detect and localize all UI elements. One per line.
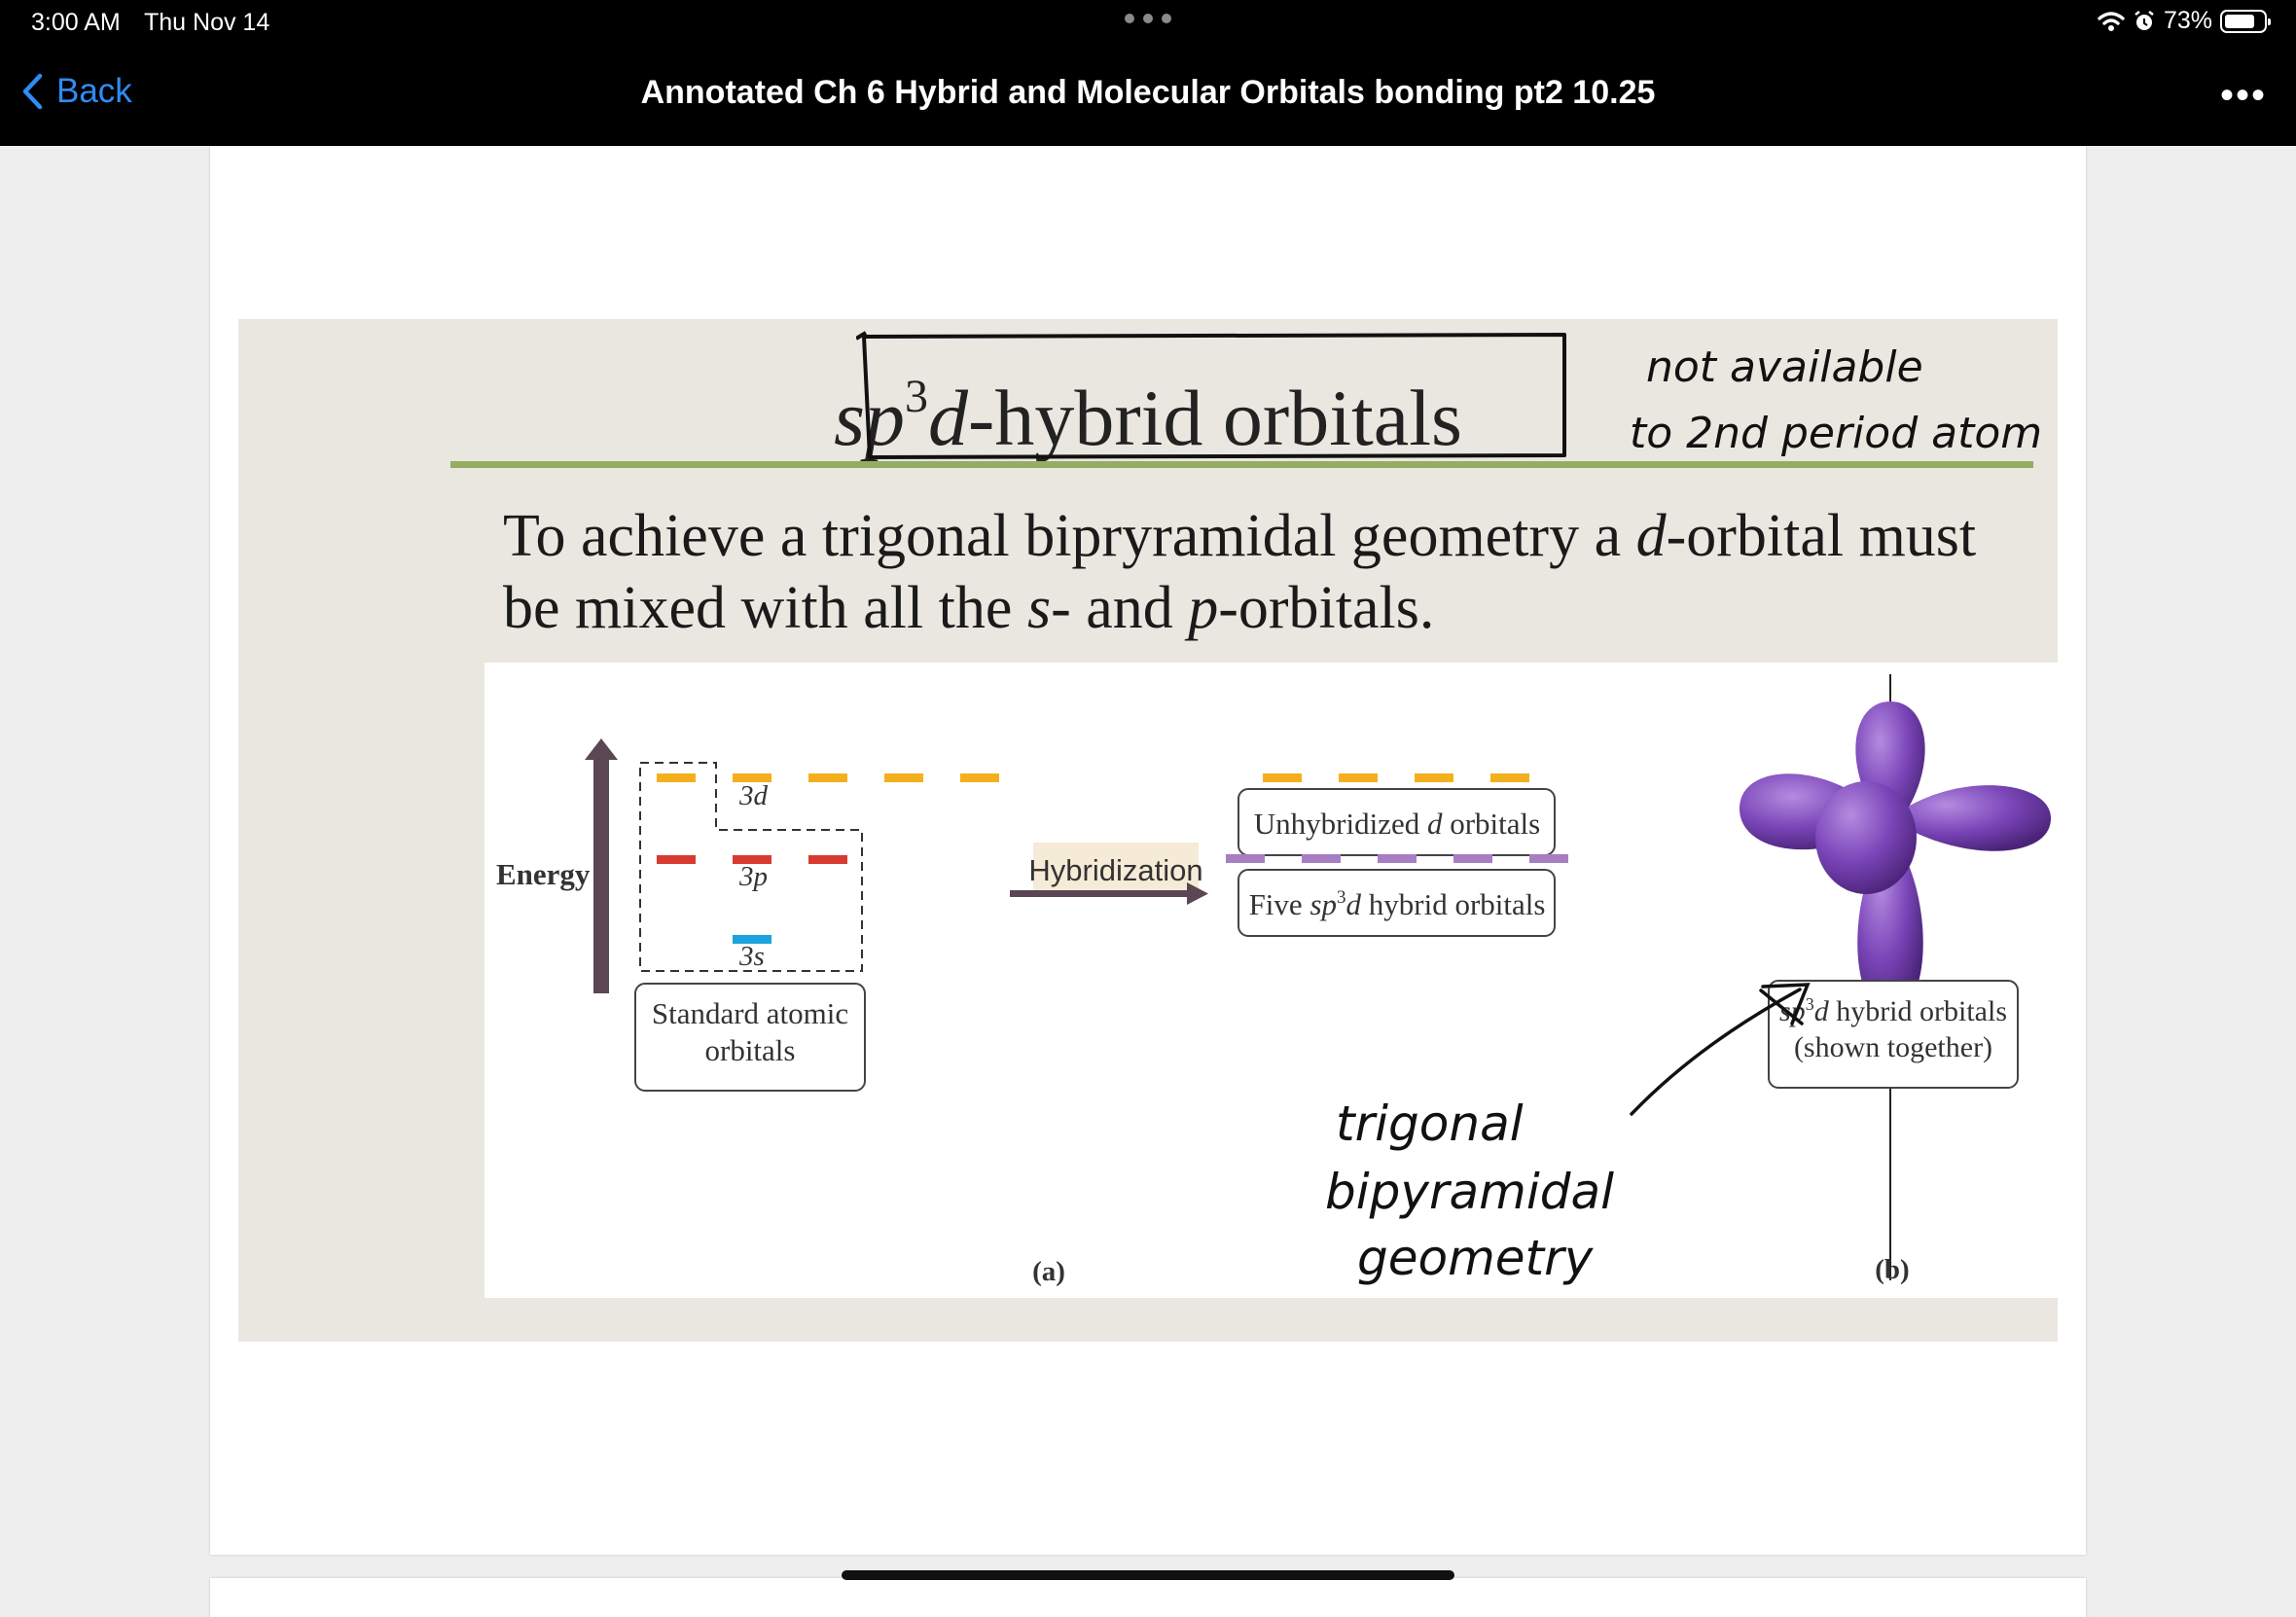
- shown-together-line2: (shown together): [1794, 1031, 1992, 1063]
- caption-b: (b): [1875, 1254, 1909, 1285]
- hybrid-orbital-5: [1529, 854, 1568, 863]
- label-3s: 3s: [738, 941, 765, 972]
- battery-icon: [2220, 9, 2271, 33]
- energy-arrow-head: [585, 738, 618, 760]
- slide-body-text: To achieve a trigonal bipryramidal geome…: [503, 503, 1977, 641]
- unhybridized-label: Unhybridized d orbitals: [1254, 807, 1540, 841]
- status-bar: 3:00 AM Thu Nov 14 73%: [0, 0, 2296, 47]
- caption-a: (a): [1032, 1256, 1065, 1287]
- orbital-3p-3: [808, 855, 847, 864]
- status-right: 73%: [2098, 7, 2271, 35]
- unhybridized-d-3: [1415, 773, 1453, 782]
- hybridization-arrow-shaft: [1010, 890, 1189, 897]
- hybrid-orbital-2: [1302, 854, 1341, 863]
- orbital-3d-4: [884, 773, 923, 782]
- wifi-icon: [2098, 11, 2125, 31]
- orbital-3d-1: [657, 773, 696, 782]
- status-time: 3:00 AM: [31, 9, 121, 36]
- top-bar: 3:00 AM Thu Nov 14 73% Back Annotated Ch…: [0, 0, 2296, 146]
- nav-bar: Back Annotated Ch 6 Hybrid and Molecular…: [0, 58, 2296, 136]
- orbital-3d-3: [808, 773, 847, 782]
- status-date: Thu Nov 14: [144, 9, 270, 36]
- orbital-diagram: Energy 3d 3p 3s Standard atomic orbitals: [496, 674, 2051, 1287]
- sp3d-lobes-image: [1740, 674, 2051, 1280]
- orbital-3d-5: [960, 773, 999, 782]
- label-3d: 3d: [738, 780, 769, 811]
- battery-percent: 73%: [2163, 7, 2212, 34]
- label-3p: 3p: [738, 861, 768, 892]
- unhybridized-d-1: [1263, 773, 1302, 782]
- slide: sp3d-hybrid orbitals To achieve a trigon…: [238, 319, 2058, 1342]
- hand-drawn-title-box: [856, 331, 1566, 459]
- hybrid-orbital-4: [1453, 854, 1492, 863]
- five-hybrid-label: Five sp3d hybrid orbitals: [1249, 887, 1546, 921]
- hybridization-label: Hybridization: [1028, 853, 1202, 887]
- energy-arrow-shaft: [593, 760, 609, 993]
- unhybridized-d-2: [1339, 773, 1378, 782]
- standard-orbitals-line2: orbitals: [705, 1033, 796, 1067]
- more-options-icon[interactable]: •••: [2220, 74, 2267, 118]
- energy-label: Energy: [496, 857, 591, 891]
- hybrid-orbital-1: [1226, 854, 1265, 863]
- orbital-figure: Energy 3d 3p 3s Standard atomic orbitals: [484, 663, 2058, 1298]
- document-title: Annotated Ch 6 Hybrid and Molecular Orbi…: [640, 74, 1656, 111]
- standard-orbitals-line1: Standard atomic: [652, 996, 848, 1030]
- unhybridized-d-4: [1490, 773, 1529, 782]
- multitasking-dots-icon[interactable]: [1125, 14, 1171, 23]
- next-document-page: [210, 1578, 2086, 1617]
- alarm-icon: [2135, 10, 2154, 30]
- home-indicator[interactable]: [842, 1570, 1454, 1580]
- hybrid-orbital-3: [1378, 854, 1417, 863]
- shown-together-line1: sp3d hybrid orbitals: [1779, 994, 2007, 1027]
- orbital-3p-1: [657, 855, 696, 864]
